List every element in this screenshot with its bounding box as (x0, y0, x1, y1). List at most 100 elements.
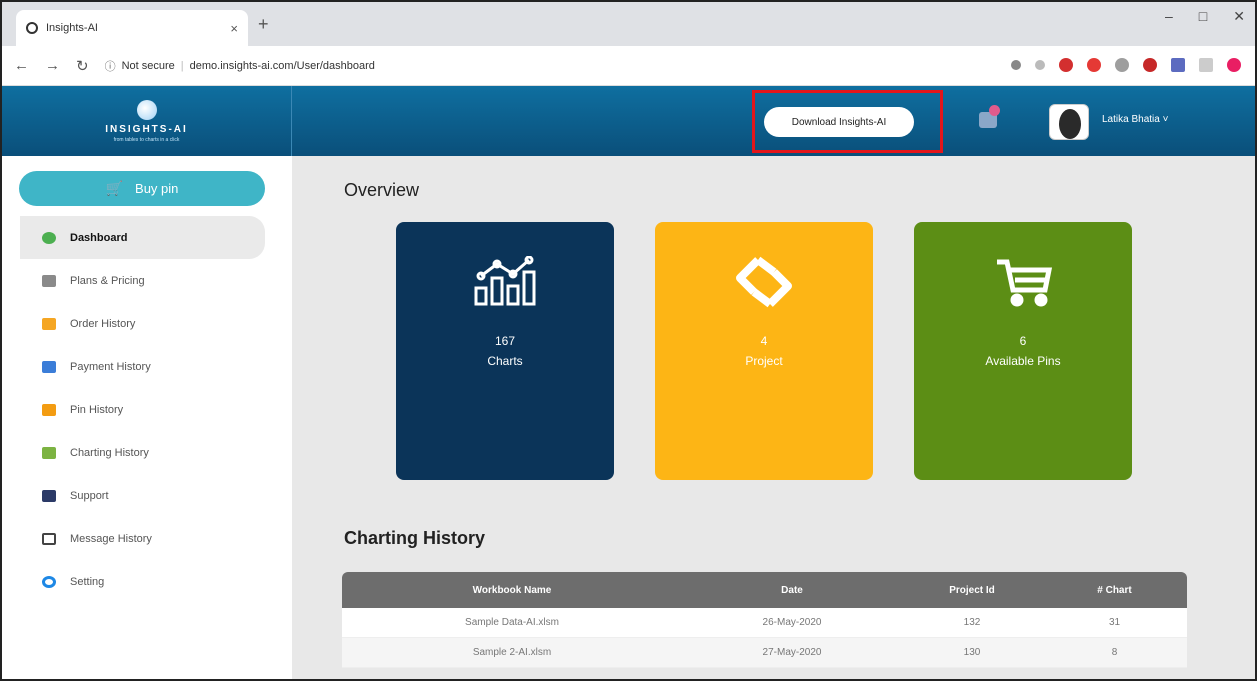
available-pins-card[interactable]: 6 Available Pins (914, 222, 1132, 480)
maximize-button[interactable]: □ (1199, 8, 1207, 25)
top-header: Download Insights-AI Latika Bhatia ˅ (292, 86, 1255, 156)
cell-chart-count: 31 (1108, 617, 1121, 628)
tab-close-icon[interactable]: × (230, 21, 238, 36)
ext-icon-1[interactable] (1059, 58, 1073, 72)
sidebar-item-label: Message History (70, 532, 152, 545)
charting-history-table: Workbook Name Date Project Id # Chart Sa… (342, 572, 1187, 668)
sidebar: 🛒 Buy pin Dashboard Plans & Pricing Orde… (2, 156, 292, 679)
table-row[interactable]: Sample 2-AI.xlsm 27-May-2020 130 8 (342, 638, 1187, 668)
dashboard-icon (42, 231, 56, 244)
charting-history-title: Charting History (344, 528, 486, 548)
forward-icon[interactable]: → (45, 57, 60, 74)
cell-workbook: Sample 2-AI.xlsm (472, 647, 552, 658)
url-text[interactable]: demo.insights-ai.com/User/dashboard (190, 60, 375, 72)
pins-count: 6 (1019, 334, 1027, 348)
charts-label: Charts (487, 354, 523, 368)
project-count: 4 (760, 334, 768, 348)
sidebar-item-setting[interactable]: Setting (20, 560, 265, 603)
sidebar-item-payment-history[interactable]: Payment History (20, 345, 265, 388)
payment-icon (42, 360, 56, 373)
sidebar-item-support[interactable]: Support (20, 474, 265, 517)
bar-chart-icon (42, 446, 56, 459)
avatar-face (1059, 109, 1081, 139)
app-root: INSIGHTS-AI from tables to charts in a c… (2, 86, 1255, 679)
reload-icon[interactable]: ↻ (76, 57, 89, 75)
logo-mark-icon (136, 99, 157, 120)
sidebar-item-label: Charting History (70, 446, 149, 459)
charts-card[interactable]: 167 Charts (396, 222, 614, 480)
project-label: Project (745, 354, 783, 368)
extensions-bar (1011, 58, 1241, 72)
cell-date: 26-May-2020 (762, 617, 822, 628)
browser-tab[interactable]: Insights-AI × (16, 10, 248, 46)
cell-date: 27-May-2020 (762, 647, 822, 658)
sidebar-item-label: Support (70, 489, 109, 502)
col-chart-count[interactable]: # Chart (1042, 585, 1187, 596)
cell-chart-count: 8 (1111, 647, 1118, 658)
envelope-icon (42, 532, 56, 545)
new-tab-button[interactable]: + (258, 14, 269, 35)
minimize-button[interactable]: – (1165, 8, 1173, 25)
col-date[interactable]: Date (682, 585, 902, 596)
ext-icon-4[interactable] (1143, 58, 1157, 72)
charts-icon (396, 252, 614, 312)
favicon-icon (26, 22, 38, 34)
avatar[interactable] (1049, 104, 1089, 140)
logo[interactable]: INSIGHTS-AI from tables to charts in a c… (2, 86, 292, 156)
sidebar-item-message-history[interactable]: Message History (20, 517, 265, 560)
window-controls: – □ ✕ (1165, 8, 1245, 25)
sidebar-item-dashboard[interactable]: Dashboard (20, 216, 265, 259)
sidebar-item-label: Setting (70, 575, 105, 588)
buy-pin-label: Buy pin (135, 181, 179, 196)
security-label: Not secure (121, 59, 175, 72)
cell-project-id: 130 (963, 647, 981, 658)
table-header: Workbook Name Date Project Id # Chart (342, 572, 1187, 608)
highlight-box (752, 90, 943, 153)
project-card[interactable]: 4 Project (655, 222, 873, 480)
cell-project-id: 132 (963, 617, 981, 628)
key-icon[interactable] (1011, 60, 1021, 70)
ext-icon-3[interactable] (1115, 58, 1129, 72)
support-icon (42, 489, 56, 502)
pricing-icon (42, 274, 56, 287)
user-menu[interactable]: Latika Bhatia ˅ (1102, 114, 1168, 125)
cart-icon (914, 252, 1132, 312)
col-workbook-name[interactable]: Workbook Name (342, 585, 682, 596)
sidebar-item-label: Order History (70, 317, 136, 330)
profile-icon[interactable] (1227, 58, 1241, 72)
link-icon (655, 252, 873, 312)
col-project-id[interactable]: Project Id (902, 585, 1042, 596)
order-icon (42, 317, 56, 330)
sidebar-item-charting-history[interactable]: Charting History (20, 431, 265, 474)
close-window-button[interactable]: ✕ (1233, 8, 1245, 25)
address-separator: | (180, 59, 184, 72)
cast-icon[interactable] (1199, 58, 1213, 72)
browser-toolbar: ← → ↻ ⓘ Not secure | demo.insights-ai.co… (2, 46, 1255, 86)
cell-workbook: Sample Data-AI.xlsm (465, 617, 559, 628)
gear-icon (42, 575, 56, 588)
address-bar[interactable]: ⓘ Not secure | demo.insights-ai.com/User… (105, 58, 375, 74)
overview-title: Overview (344, 180, 420, 200)
pin-icon (42, 403, 56, 416)
ext-icon-5[interactable] (1171, 58, 1185, 72)
table-row[interactable]: Sample Data-AI.xlsm 26-May-2020 132 31 (342, 608, 1187, 638)
sidebar-item-pin-history[interactable]: Pin History (20, 388, 265, 431)
logo-text: INSIGHTS-AI (105, 123, 188, 135)
star-icon[interactable] (1035, 60, 1045, 70)
cart-icon: 🛒 (105, 180, 124, 196)
sidebar-item-plans-pricing[interactable]: Plans & Pricing (20, 259, 265, 302)
main-content: Overview 167 Charts 4 Project 6 Availabl… (292, 156, 1255, 679)
pins-label: Available Pins (985, 354, 1061, 368)
tab-title: Insights-AI (46, 22, 98, 34)
info-icon[interactable]: ⓘ (105, 58, 116, 74)
message-badge (989, 105, 1000, 116)
browser-window: Insights-AI × + – □ ✕ ← → ↻ ⓘ Not secure… (0, 0, 1257, 681)
sidebar-nav: Dashboard Plans & Pricing Order History … (20, 216, 265, 603)
sidebar-item-label: Plans & Pricing (70, 274, 145, 287)
logo-tagline: from tables to charts in a click (113, 136, 180, 143)
opera-icon[interactable] (1087, 58, 1101, 72)
sidebar-item-label: Payment History (70, 360, 151, 373)
buy-pin-button[interactable]: 🛒 Buy pin (19, 171, 265, 206)
sidebar-item-order-history[interactable]: Order History (20, 302, 265, 345)
back-icon[interactable]: ← (14, 57, 29, 74)
